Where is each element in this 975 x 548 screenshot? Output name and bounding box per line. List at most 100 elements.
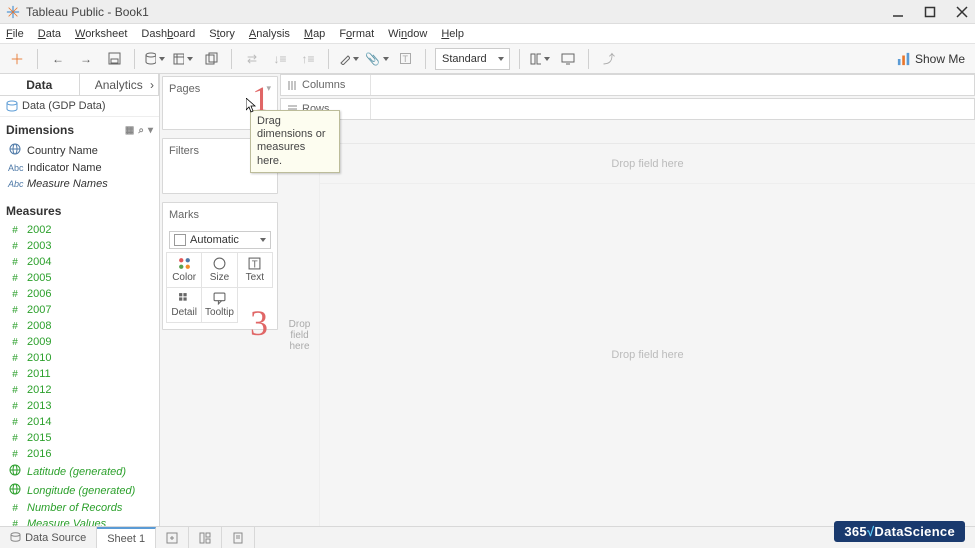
field-type-icon: # <box>8 519 22 527</box>
datasource-tab[interactable]: Data Source <box>0 527 97 548</box>
menu-map[interactable]: Map <box>304 28 325 40</box>
tableau-icon[interactable] <box>6 48 28 70</box>
window-title: Tableau Public - Book1 <box>26 5 891 19</box>
measure-field[interactable]: #2006 <box>4 286 157 302</box>
datasource-tab-icon <box>10 532 22 544</box>
sheet-tab[interactable]: Sheet 1 <box>97 527 156 548</box>
sheet-title[interactable]: Sheet 1 <box>280 120 975 144</box>
new-datasource-button[interactable] <box>144 48 166 70</box>
save-button[interactable] <box>103 48 125 70</box>
tab-data[interactable]: Data <box>0 74 80 95</box>
field-label: 2010 <box>27 352 51 364</box>
rows-shelf[interactable]: Rows <box>280 98 975 120</box>
field-label: 2008 <box>27 320 51 332</box>
measure-field[interactable]: #2007 <box>4 302 157 318</box>
menu-file[interactable]: File <box>6 28 24 40</box>
tooltip-icon <box>213 292 226 305</box>
marks-color-button[interactable]: Color <box>166 252 202 288</box>
dimension-field[interactable]: AbcIndicator Name <box>4 160 157 176</box>
view-area: Columns Rows Sheet 1 Drop field here Dro… <box>278 74 975 526</box>
new-sheet-button[interactable] <box>172 48 194 70</box>
measure-field[interactable]: #2013 <box>4 398 157 414</box>
marks-size-button[interactable]: Size <box>201 252 237 288</box>
field-type-icon: Abc <box>8 163 22 174</box>
menu-data[interactable]: Data <box>38 28 61 40</box>
field-type-icon: # <box>8 337 22 348</box>
new-worksheet-tab[interactable] <box>156 527 189 548</box>
measure-field[interactable]: #2014 <box>4 414 157 430</box>
dimension-field[interactable]: AbcMeasure Names <box>4 176 157 192</box>
datasource-item[interactable]: Data (GDP Data) <box>0 96 159 117</box>
group-button[interactable]: 📎 <box>366 48 388 70</box>
dimension-field[interactable]: Country Name <box>4 141 157 160</box>
share-button[interactable]: ⤴ <box>598 48 620 70</box>
forward-button[interactable]: → <box>75 48 97 70</box>
field-type-icon: # <box>8 503 22 514</box>
measure-field[interactable]: #2008 <box>4 318 157 334</box>
field-label: 2003 <box>27 240 51 252</box>
duplicate-button[interactable] <box>200 48 222 70</box>
field-type-icon: Abc <box>8 179 22 190</box>
measure-field[interactable]: Longitude (generated) <box>4 481 157 500</box>
column-dropzone[interactable]: Drop field here <box>320 144 975 184</box>
back-button[interactable]: ← <box>47 48 69 70</box>
marks-detail-button[interactable]: Detail <box>166 287 202 323</box>
show-me-button[interactable]: Show Me <box>893 52 969 66</box>
field-type-icon: # <box>8 385 22 396</box>
minimize-button[interactable] <box>891 5 905 19</box>
highlight-button[interactable] <box>338 48 360 70</box>
detail-icon <box>178 292 191 305</box>
menu-format[interactable]: Format <box>339 28 374 40</box>
measure-field[interactable]: #Number of Records <box>4 500 157 516</box>
mark-type-selector[interactable]: Automatic <box>169 231 271 249</box>
search-icon[interactable]: ⌕ <box>138 125 144 136</box>
menu-window[interactable]: Window <box>388 28 427 40</box>
automatic-mark-icon <box>174 234 186 246</box>
menu-worksheet[interactable]: Worksheet <box>75 28 127 40</box>
menu-analysis[interactable]: Analysis <box>249 28 290 40</box>
watermark: 365√DataScience <box>834 521 965 542</box>
measure-field[interactable]: #2015 <box>4 430 157 446</box>
field-label: Latitude (generated) <box>27 466 126 478</box>
new-story-tab[interactable] <box>222 527 255 548</box>
measure-field[interactable]: #2011 <box>4 366 157 382</box>
measure-field[interactable]: #2009 <box>4 334 157 350</box>
measure-field[interactable]: #2016 <box>4 446 157 462</box>
measure-field[interactable]: #2005 <box>4 270 157 286</box>
menu-story[interactable]: Story <box>209 28 235 40</box>
columns-shelf[interactable]: Columns <box>280 74 975 96</box>
measure-field[interactable]: #2012 <box>4 382 157 398</box>
tableau-logo-icon <box>6 5 20 19</box>
totals-button[interactable]: T <box>394 48 416 70</box>
field-type-icon: # <box>8 225 22 236</box>
field-label: 2013 <box>27 400 51 412</box>
measure-field[interactable]: #2004 <box>4 254 157 270</box>
cards-button[interactable] <box>529 48 551 70</box>
new-dashboard-tab[interactable] <box>189 527 222 548</box>
maximize-button[interactable] <box>923 5 937 19</box>
row-dropzone[interactable]: Drop field here <box>280 144 320 526</box>
measure-field[interactable]: #2002 <box>4 222 157 238</box>
measure-field[interactable]: Latitude (generated) <box>4 462 157 481</box>
field-label: 2016 <box>27 448 51 460</box>
measures-header: Measures <box>0 198 159 222</box>
measure-field[interactable]: #2003 <box>4 238 157 254</box>
measure-field[interactable]: #Measure Values <box>4 516 157 526</box>
close-button[interactable] <box>955 5 969 19</box>
sort-desc-button[interactable]: ↑≡ <box>297 48 319 70</box>
field-type-icon <box>8 143 22 158</box>
presentation-button[interactable] <box>557 48 579 70</box>
body-dropzone[interactable]: Drop field here <box>320 184 975 526</box>
swap-button[interactable]: ⇄ <box>241 48 263 70</box>
marks-tooltip-button[interactable]: Tooltip <box>201 287 237 323</box>
tab-analytics[interactable]: Analytics <box>80 74 160 95</box>
chevron-down-icon[interactable]: ▾ <box>148 125 153 136</box>
view-toggle-icon[interactable]: ▦ <box>125 125 134 136</box>
menu-help[interactable]: Help <box>441 28 464 40</box>
fit-selector[interactable]: Standard <box>435 48 510 70</box>
sort-asc-button[interactable]: ↓≡ <box>269 48 291 70</box>
field-type-icon: # <box>8 257 22 268</box>
marks-text-button[interactable]: TText <box>237 252 273 288</box>
menu-dashboard[interactable]: Dashboard <box>141 28 195 40</box>
measure-field[interactable]: #2010 <box>4 350 157 366</box>
